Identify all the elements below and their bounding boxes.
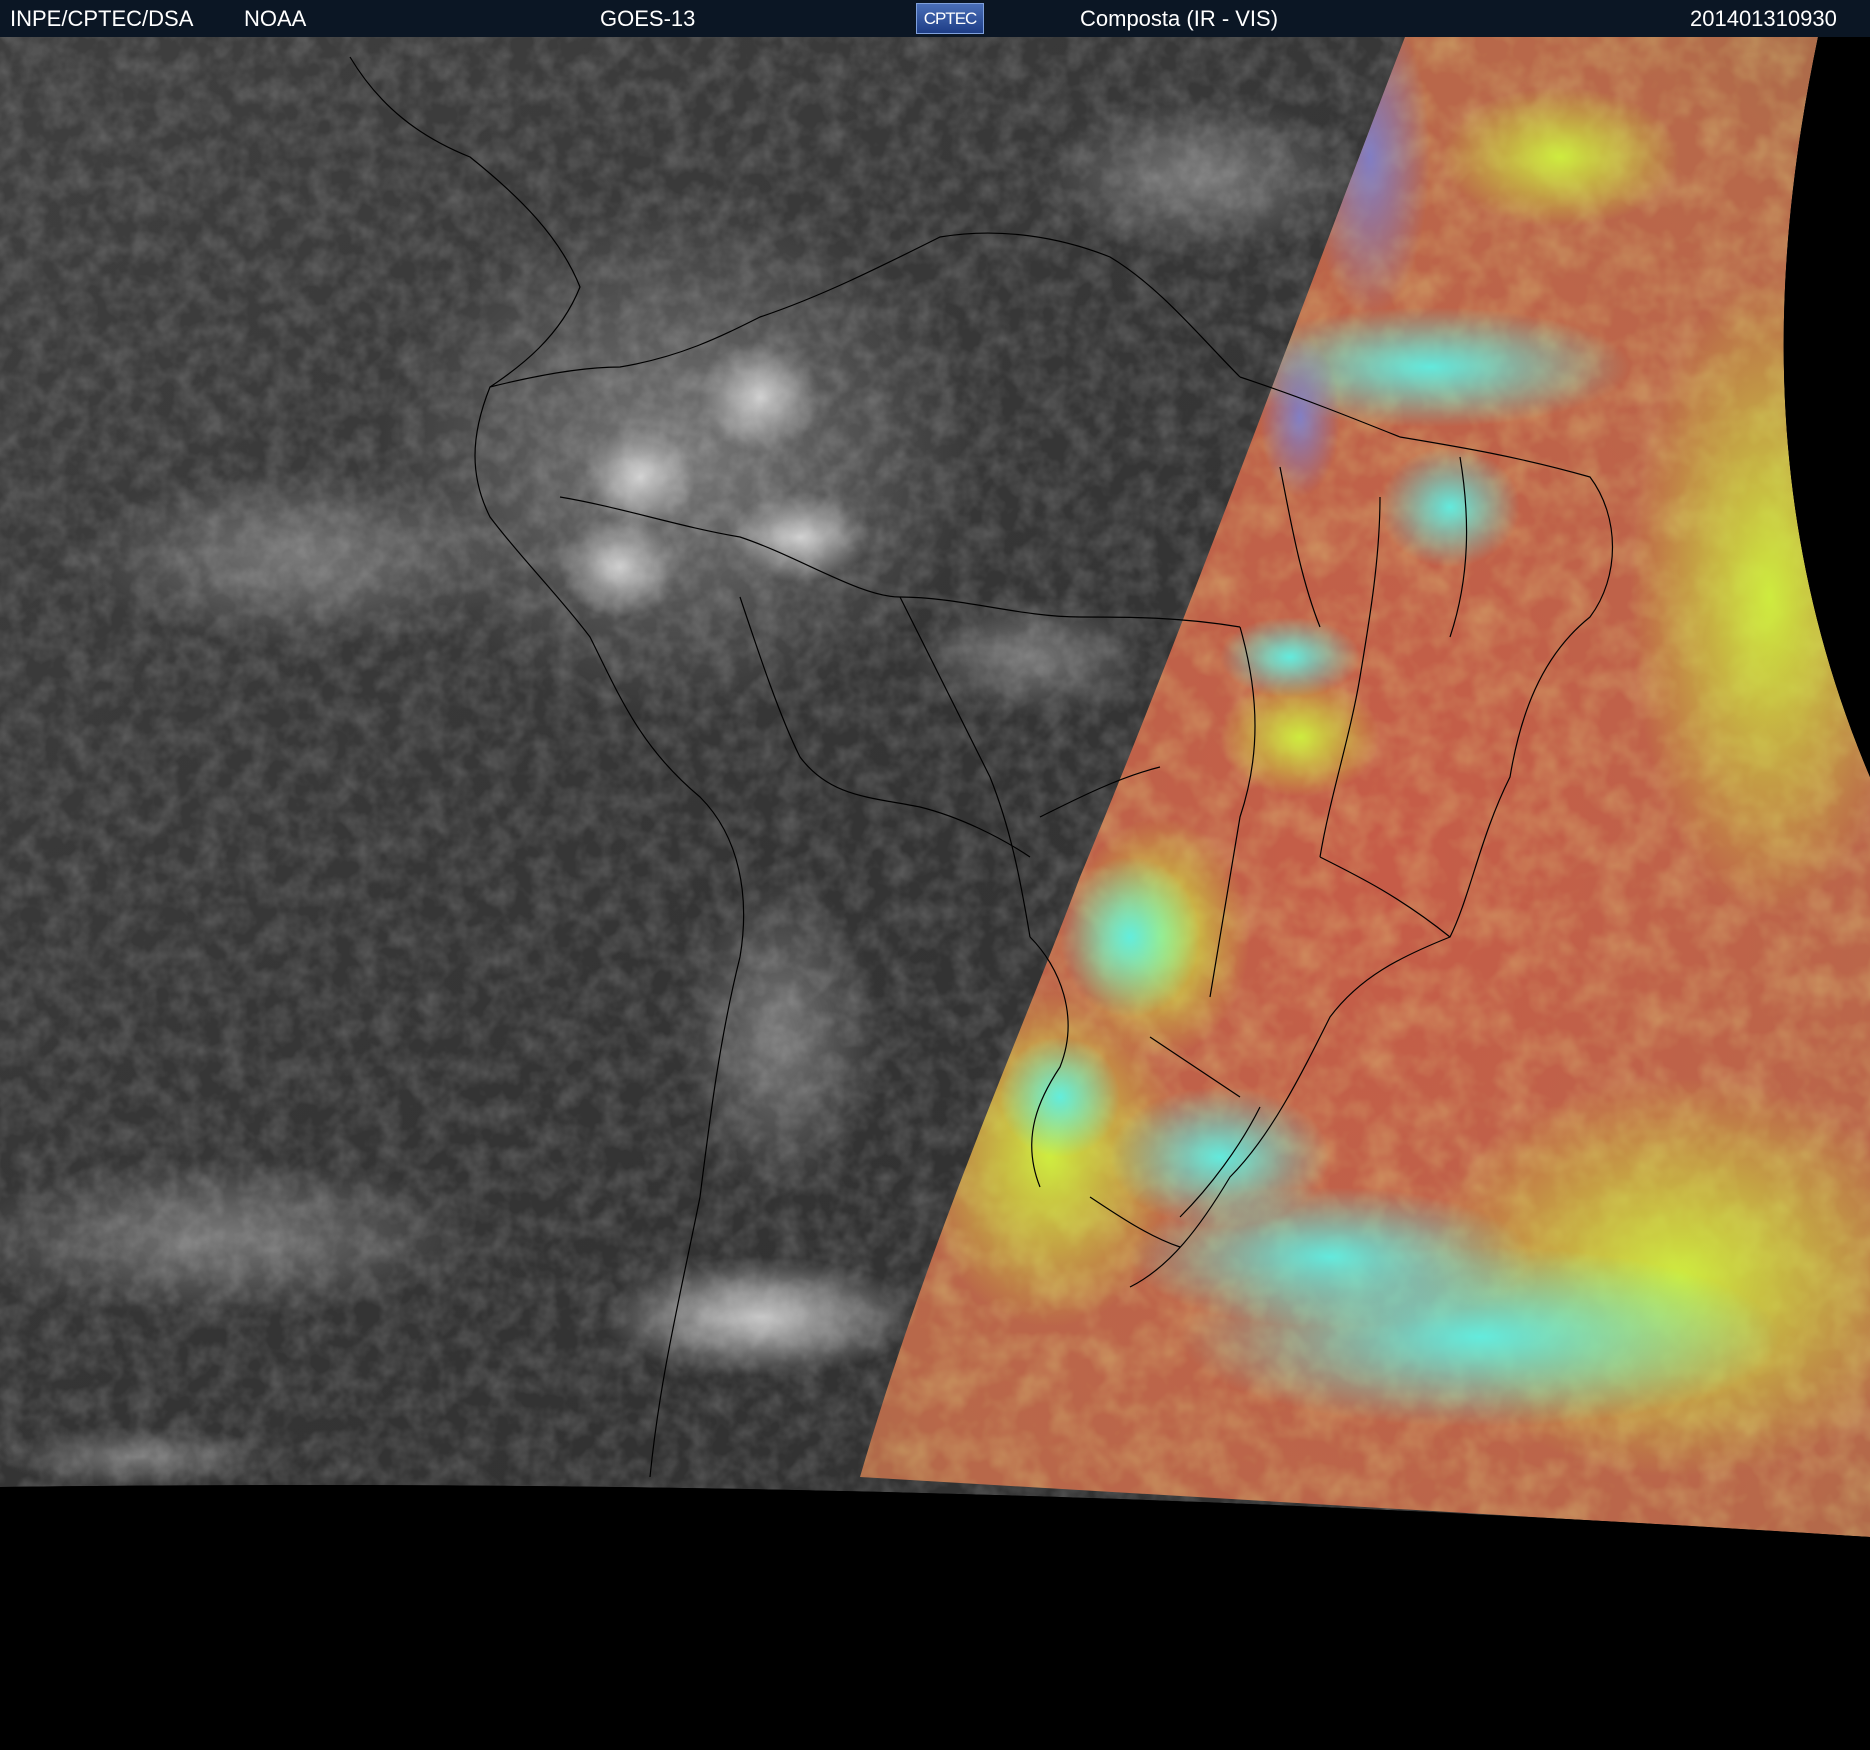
product-label: Composta (IR - VIS) bbox=[1080, 6, 1279, 31]
agency-label: INPE/CPTEC/DSA bbox=[10, 6, 194, 31]
timestamp-label: 201401310930 bbox=[1690, 6, 1837, 31]
satellite-label: GOES-13 bbox=[600, 6, 696, 31]
image-header: INPE/CPTEC/DSA NOAA GOES-13 CPTEC Compos… bbox=[0, 0, 1870, 37]
earth-limb-bottom bbox=[0, 1485, 1870, 1750]
cptec-logo: CPTEC bbox=[916, 3, 984, 34]
source-label: NOAA bbox=[244, 6, 307, 31]
satellite-composite bbox=[0, 37, 1870, 1750]
satellite-image bbox=[0, 37, 1870, 1750]
